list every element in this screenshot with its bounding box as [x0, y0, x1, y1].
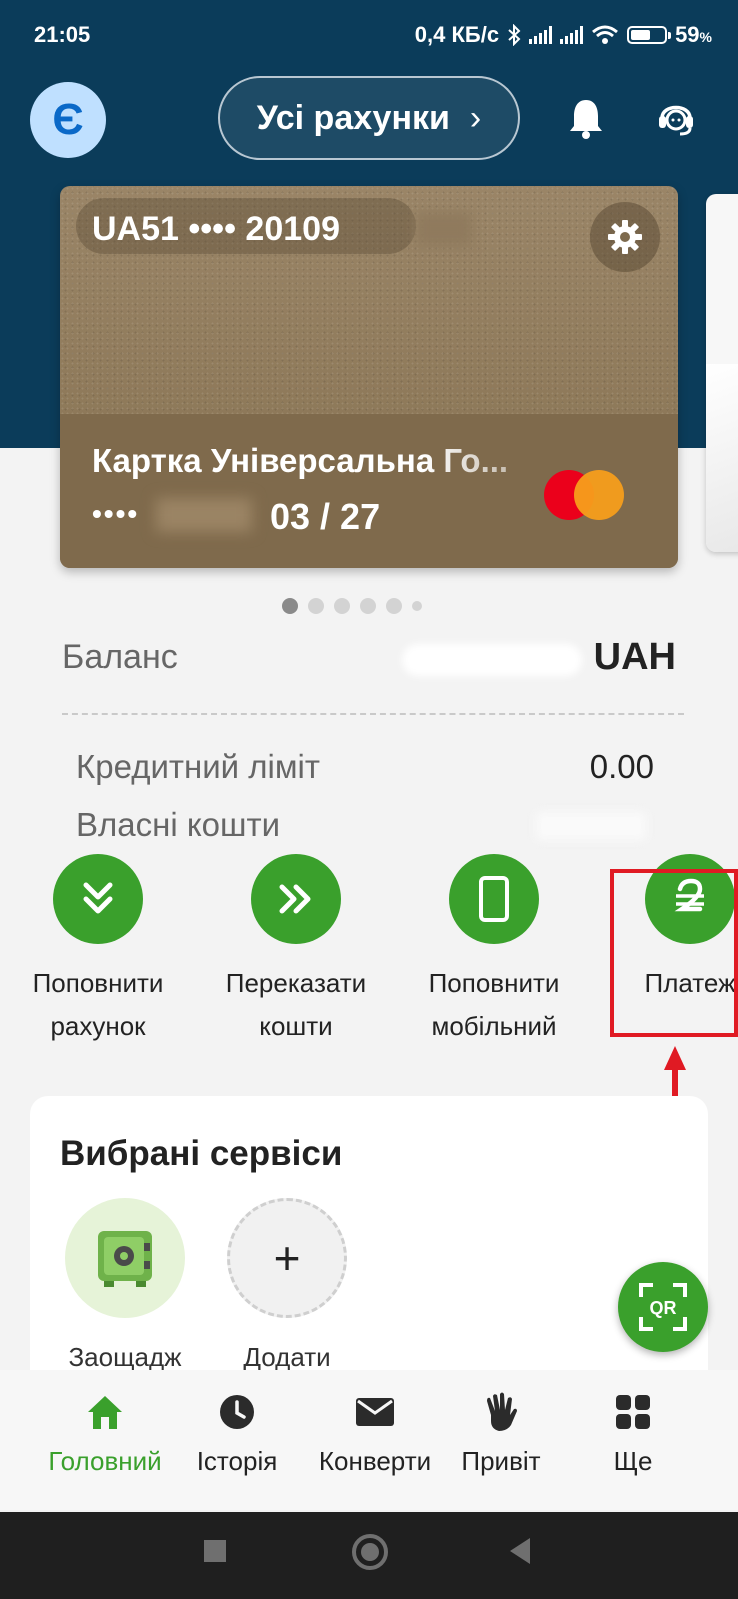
card-settings-button[interactable]	[590, 202, 660, 272]
card-pager	[282, 598, 422, 614]
avatar[interactable]: Є	[30, 82, 106, 158]
plus-icon: +	[227, 1198, 347, 1318]
safe-icon	[98, 1231, 152, 1287]
mobile-label-1: Поповнити	[428, 968, 560, 998]
qr-label: QR	[650, 1298, 677, 1318]
chevron-right-icon: ›	[469, 98, 482, 137]
double-chevron-right-icon	[279, 884, 311, 914]
topup-mobile-button[interactable]: Поповнити мобільний	[406, 854, 582, 1048]
topup-circle	[53, 854, 143, 944]
favorite-services-panel: Вибрані сервіси Заощадж + Додати	[30, 1096, 708, 1396]
nav-hello-label: Привіт	[461, 1446, 541, 1476]
wifi-icon	[592, 25, 619, 44]
pager-dot	[412, 601, 422, 611]
credit-limit-value: 0.00	[589, 748, 654, 785]
double-chevron-down-icon	[83, 882, 113, 914]
mobile-circle	[449, 854, 539, 944]
battery-icon	[627, 26, 672, 44]
card-expiry: 03 / 27	[270, 496, 381, 537]
pager-dot	[334, 598, 350, 614]
home-icon	[88, 1396, 122, 1429]
transfer-label-2: кошти	[259, 1011, 333, 1041]
add-service-button[interactable]: + Додати	[212, 1198, 362, 1373]
own-funds-redaction	[536, 812, 646, 840]
add-service-label: Додати	[243, 1342, 331, 1372]
all-accounts-button[interactable]: Усі рахунки ›	[218, 76, 520, 160]
nav-envelopes-label: Конверти	[318, 1446, 432, 1476]
wave-hand-icon	[487, 1392, 517, 1431]
credit-limit-label: Кредитний ліміт	[76, 748, 320, 785]
balance-divider	[62, 713, 684, 715]
system-navigation-bar	[0, 1512, 738, 1599]
transfer-label-1: Переказати	[225, 968, 367, 998]
topup-label-2: рахунок	[50, 1011, 146, 1041]
status-bar: 21:05 0,4 КБ/с 59%	[0, 0, 738, 70]
next-card-peek[interactable]	[706, 194, 738, 552]
battery-fill	[631, 30, 650, 40]
balance-label: Баланс	[62, 638, 178, 676]
bottom-navigation: Головний Історія Конверти Привіт Ще	[0, 1370, 738, 1510]
pager-dot	[282, 598, 298, 614]
clock-icon	[220, 1395, 254, 1429]
gear-icon	[608, 220, 642, 254]
topup-account-button[interactable]: Поповнити рахунок	[10, 854, 186, 1048]
envelope-icon	[356, 1398, 394, 1426]
mastercard-logo-icon	[544, 470, 624, 520]
nav-home-label: Головний	[48, 1446, 162, 1476]
highlight-box	[610, 869, 738, 1037]
all-accounts-label: Усі рахунки	[256, 98, 450, 137]
savings-service[interactable]: Заощадж	[50, 1198, 200, 1373]
bank-card[interactable]: UA51 •••• 20109 Картка Універсальна Го..…	[60, 186, 678, 568]
pager-dot	[360, 598, 376, 614]
support-headset-icon[interactable]	[654, 94, 698, 138]
savings-circle	[65, 1198, 185, 1318]
nav-more[interactable]: Ще	[558, 1390, 708, 1477]
card-iban: UA51 •••• 20109	[76, 198, 416, 254]
network-speed: 0,4 КБ/с	[414, 22, 500, 47]
balance-currency: UAH	[593, 636, 676, 678]
card-number-redaction	[156, 498, 252, 532]
favorite-services-title: Вибрані сервіси	[60, 1134, 343, 1173]
battery-percent: 59%	[675, 22, 712, 47]
nav-hello[interactable]: Привіт	[426, 1390, 576, 1477]
card-number-mask: ••••	[92, 498, 140, 529]
recents-button[interactable]	[204, 1540, 226, 1562]
grid-icon	[616, 1395, 650, 1429]
status-indicators: 0,4 КБ/с 59%	[415, 22, 712, 48]
transfer-circle	[251, 854, 341, 944]
iban-redaction	[416, 212, 472, 246]
nav-history[interactable]: Історія	[162, 1390, 312, 1477]
pager-dot	[308, 598, 324, 614]
nav-home[interactable]: Головний	[30, 1390, 180, 1477]
smartphone-icon	[479, 876, 509, 922]
back-button[interactable]	[510, 1538, 530, 1564]
nav-more-label: Ще	[613, 1446, 653, 1476]
topup-label-1: Поповнити	[32, 968, 164, 998]
own-funds-label: Власні кошти	[76, 806, 281, 843]
mobile-label-2: мобільний	[431, 1011, 557, 1041]
signal-icon	[529, 26, 553, 44]
bell-icon[interactable]	[566, 96, 606, 140]
signal-2-icon	[560, 26, 584, 44]
nav-history-label: Історія	[196, 1446, 278, 1476]
home-button[interactable]	[352, 1534, 388, 1570]
card-name: Картка Універсальна Го...	[92, 442, 509, 479]
savings-label: Заощадж	[68, 1342, 182, 1372]
status-time: 21:05	[34, 22, 91, 47]
qr-icon: QR	[639, 1283, 687, 1331]
balance-redaction	[402, 644, 582, 676]
pager-dot	[386, 598, 402, 614]
bluetooth-icon	[508, 24, 521, 46]
qr-scan-button[interactable]: QR	[618, 1262, 708, 1352]
transfer-money-button[interactable]: Переказати кошти	[208, 854, 384, 1048]
